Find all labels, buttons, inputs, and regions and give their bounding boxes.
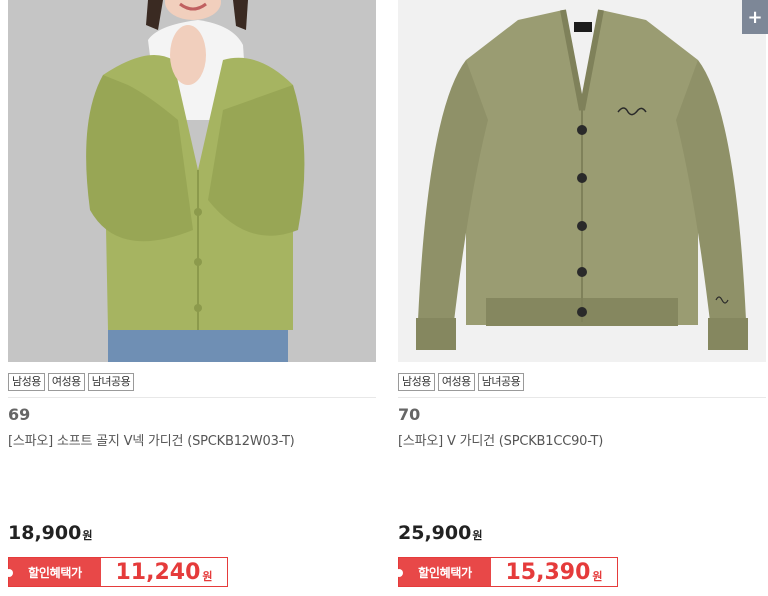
tag-unisex: 남녀공용: [87, 373, 135, 391]
tag-men: 남성용: [8, 373, 45, 391]
discount-label-text: 할인혜택가: [418, 565, 472, 580]
product-name[interactable]: [스파오] 소프트 골지 V넥 가디건 (SPCKB12W03-T): [8, 430, 295, 449]
discount-label-text: 할인혜택가: [28, 565, 82, 580]
product-card[interactable]: 남성용 여성용 남녀공용 70 [스파오] V 가디건 (SPCKB1CC90-…: [395, 0, 766, 587]
discount-label: 할인혜택가: [395, 558, 491, 586]
dot-icon: [395, 569, 403, 577]
price-unit: 원: [82, 529, 93, 542]
discount-label: 할인혜택가: [5, 558, 101, 586]
discount-price-unit: 원: [202, 570, 213, 583]
discount-price: 15,390 원: [491, 558, 617, 586]
product-image[interactable]: [8, 0, 376, 362]
discount-price-unit: 원: [592, 570, 603, 583]
tag-women: 여성용: [47, 373, 85, 391]
product-name[interactable]: [스파오] V 가디건 (SPCKB1CC90-T): [398, 430, 603, 449]
discount-box: 할인혜택가 15,390 원: [395, 557, 618, 587]
product-image[interactable]: [398, 0, 766, 362]
price-value: 18,900: [8, 522, 82, 544]
discount-price: 11,240 원: [101, 558, 227, 586]
gender-tags: 남성용 여성용 남녀공용: [398, 373, 525, 391]
product-number: 70: [398, 405, 421, 424]
price-value: 25,900: [398, 522, 472, 544]
divider: [8, 397, 376, 398]
plus-button[interactable]: +: [742, 0, 768, 34]
divider: [398, 397, 766, 398]
tag-women: 여성용: [437, 373, 475, 391]
discount-price-value: 15,390: [505, 559, 591, 585]
tag-men: 남성용: [398, 373, 435, 391]
price-unit: 원: [472, 529, 483, 542]
discount-price-value: 11,240: [115, 559, 201, 585]
product-number: 69: [8, 405, 31, 424]
discount-box: 할인혜택가 11,240 원: [5, 557, 228, 587]
tag-unisex: 남녀공용: [477, 373, 525, 391]
dot-icon: [5, 569, 13, 577]
product-card[interactable]: 남성용 여성용 남녀공용 69 [스파오] 소프트 골지 V넥 가디건 (SPC…: [5, 0, 376, 587]
gender-tags: 남성용 여성용 남녀공용: [8, 373, 135, 391]
product-price: 25,900원: [398, 522, 482, 544]
product-price: 18,900원: [8, 522, 92, 544]
